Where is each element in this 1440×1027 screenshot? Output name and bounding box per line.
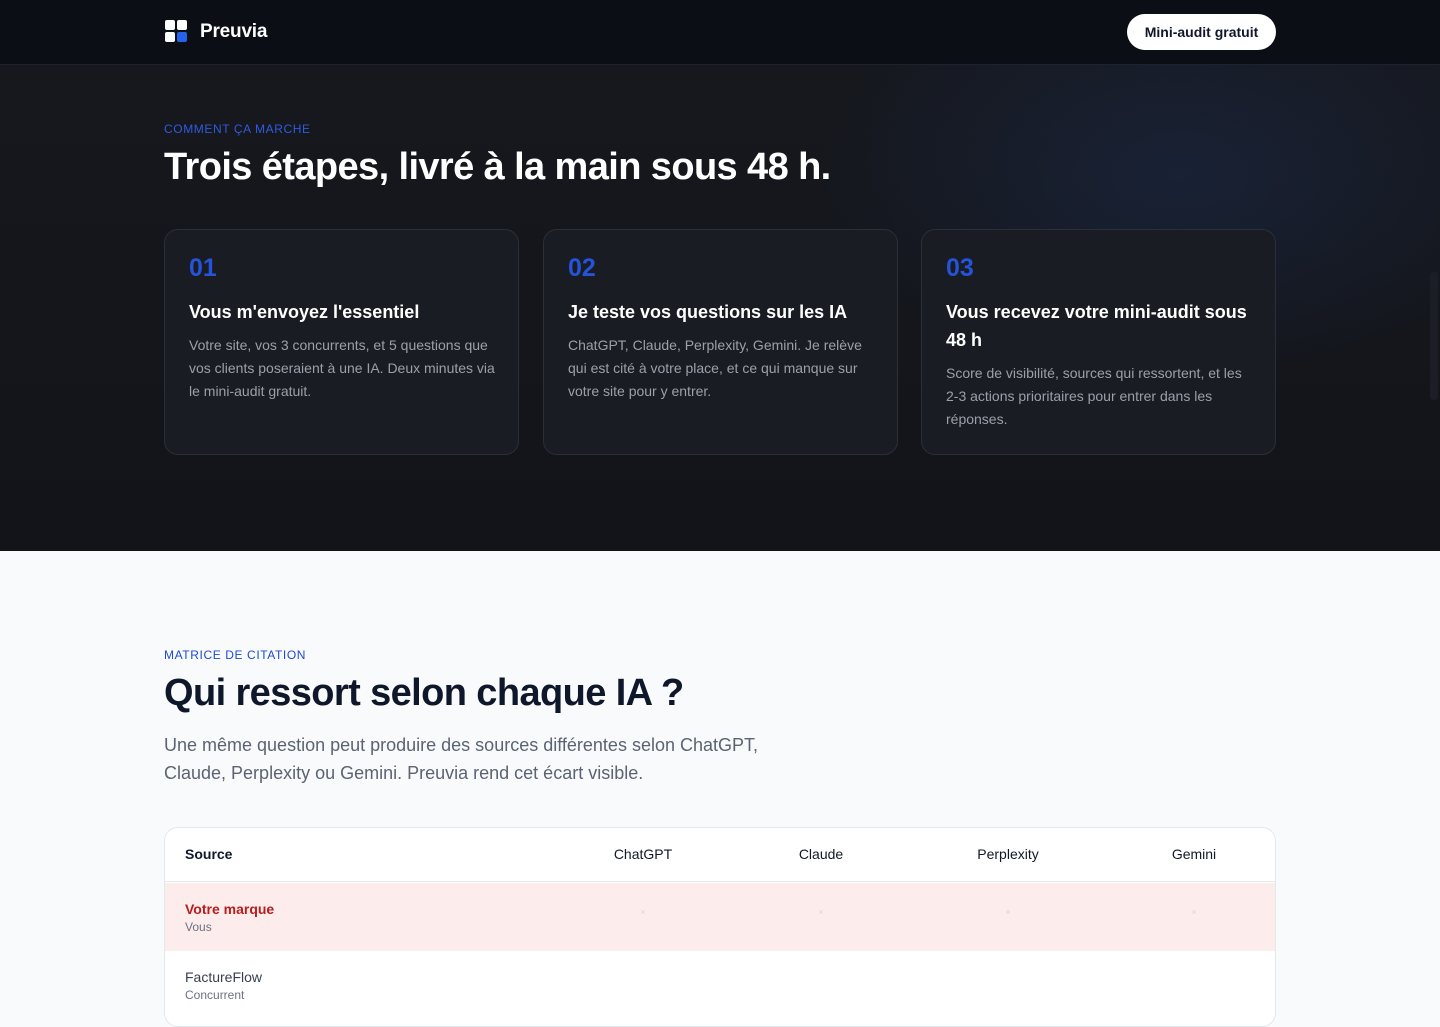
step-title: Je teste vos questions sur les IA: [568, 302, 848, 322]
column-header-gemini: Gemini: [1171, 846, 1217, 862]
citation-cell: ×: [1005, 907, 1011, 917]
table-row: FactureFlow Concurrent: [165, 951, 1275, 1019]
top-navbar: Preuvia Mini-audit gratuit: [0, 0, 1440, 65]
table-row: Votre marque Vous × × × ×: [165, 883, 1275, 951]
row-source-name: Votre marque: [185, 901, 275, 917]
step-description: ChatGPT, Claude, Perplexity, Gemini. Je …: [568, 337, 862, 399]
table-header: Source ChatGPT Claude Perplexity Gemini: [165, 828, 1275, 882]
step-description: Score de visibilité, sources qui ressort…: [946, 365, 1242, 427]
brand-name: Preuvia: [200, 20, 268, 42]
citation-cell: ×: [1191, 907, 1197, 917]
mini-audit-button[interactable]: Mini-audit gratuit: [1127, 14, 1276, 50]
citation-cell: ×: [640, 907, 646, 917]
column-header-perplexity: Perplexity: [977, 846, 1039, 862]
row-source-name: FactureFlow: [185, 969, 263, 985]
matrix-title: Qui ressort selon chaque IA ?: [164, 672, 684, 714]
steps-title: Trois étapes, livré à la main sous 48 h.: [164, 146, 831, 188]
step-title: Vous recevez votre mini-audit sous 48 h: [946, 302, 1247, 350]
step-title: Vous m'envoyez l'essentiel: [189, 302, 420, 322]
column-header-claude: Claude: [798, 846, 844, 862]
brand-logo[interactable]: Preuvia: [165, 20, 267, 43]
step-card: 02 Je teste vos questions sur les IA Cha…: [543, 229, 898, 455]
scrollbar-thumb[interactable]: [1430, 272, 1438, 400]
column-header-chatgpt: ChatGPT: [613, 846, 673, 862]
step-number: 03: [946, 254, 974, 282]
row-source-type: Vous: [185, 920, 212, 934]
step-number: 01: [189, 254, 217, 282]
citation-table: Source ChatGPT Claude Perplexity Gemini …: [164, 827, 1276, 1027]
logo-grid-icon: [165, 20, 188, 43]
matrix-eyebrow: MATRICE DE CITATION: [164, 648, 307, 662]
citation-cell: ×: [818, 907, 824, 917]
matrix-lede: Une même question peut produire des sour…: [164, 735, 758, 783]
step-number: 02: [568, 254, 596, 282]
step-description: Votre site, vos 3 concurrents, et 5 ques…: [189, 337, 495, 399]
step-card: 01 Vous m'envoyez l'essentiel Votre site…: [164, 229, 519, 455]
steps-eyebrow: COMMENT ÇA MARCHE: [164, 122, 311, 136]
column-header-source: Source: [185, 846, 233, 862]
step-card: 03 Vous recevez votre mini-audit sous 48…: [921, 229, 1276, 455]
